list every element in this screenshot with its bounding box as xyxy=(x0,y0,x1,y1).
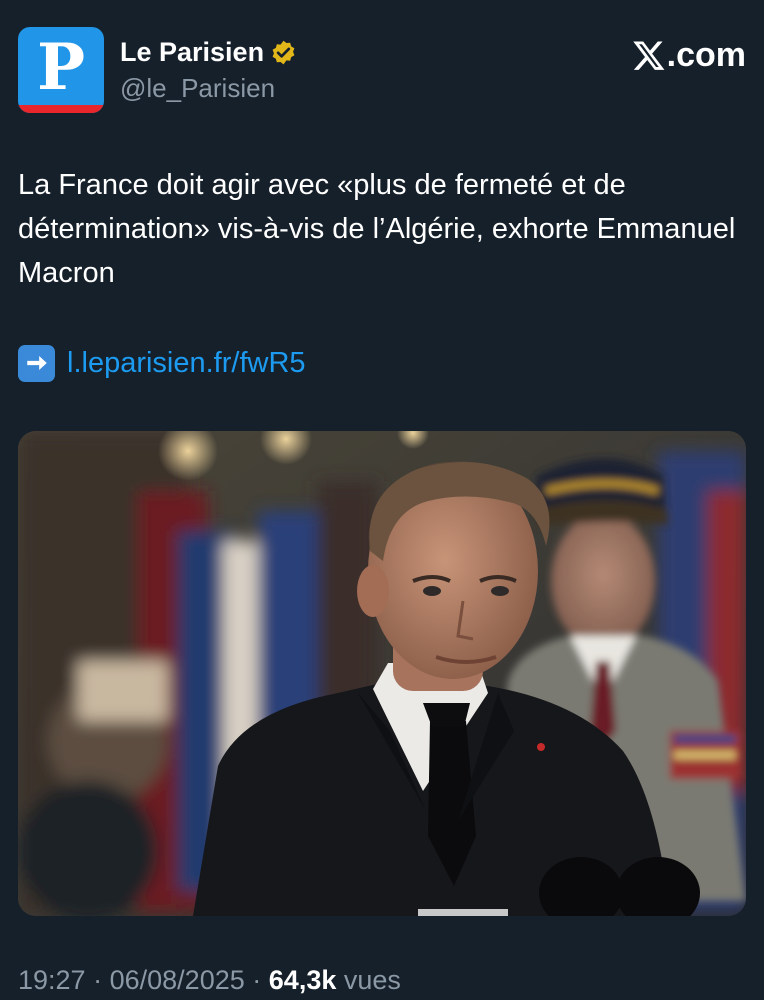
tweet-meta: 19:27 · 06/08/2025 · 64,3k vues xyxy=(18,960,401,1000)
account-names: Le Parisien @le_Parisien xyxy=(120,35,297,105)
right-arrow-emoji-icon xyxy=(18,344,55,382)
avatar-stripe xyxy=(18,105,104,113)
x-brand-logo: .com xyxy=(632,33,746,77)
avatar[interactable]: P xyxy=(18,27,104,113)
article-link[interactable]: l.leparisien.fr/fwR5 xyxy=(67,343,306,383)
avatar-letter: P xyxy=(36,30,86,105)
account-handle[interactable]: @le_Parisien xyxy=(120,71,297,105)
tweet-photo-illustration xyxy=(18,431,746,916)
views-count: 64,3k xyxy=(268,965,337,995)
tweet-photo[interactable] xyxy=(18,431,746,916)
display-name[interactable]: Le Parisien xyxy=(120,35,297,69)
meta-separator: · xyxy=(252,965,262,995)
tweet-text: La France doit agir avec «plus de fermet… xyxy=(18,169,736,289)
display-name-text: Le Parisien xyxy=(120,37,265,67)
tweet-link-row: l.leparisien.fr/fwR5 xyxy=(18,343,306,383)
views-label: vues xyxy=(343,965,401,995)
meta-separator: · xyxy=(93,965,103,995)
x-logo-icon xyxy=(632,41,665,70)
tweet-date[interactable]: 06/08/2025 xyxy=(110,965,245,995)
verified-badge-icon xyxy=(272,40,295,64)
x-logo-suffix: .com xyxy=(666,36,746,74)
tweet-time[interactable]: 19:27 xyxy=(18,965,86,995)
tweet-header: P Le Parisien @le_Parisien .com xyxy=(18,27,746,117)
